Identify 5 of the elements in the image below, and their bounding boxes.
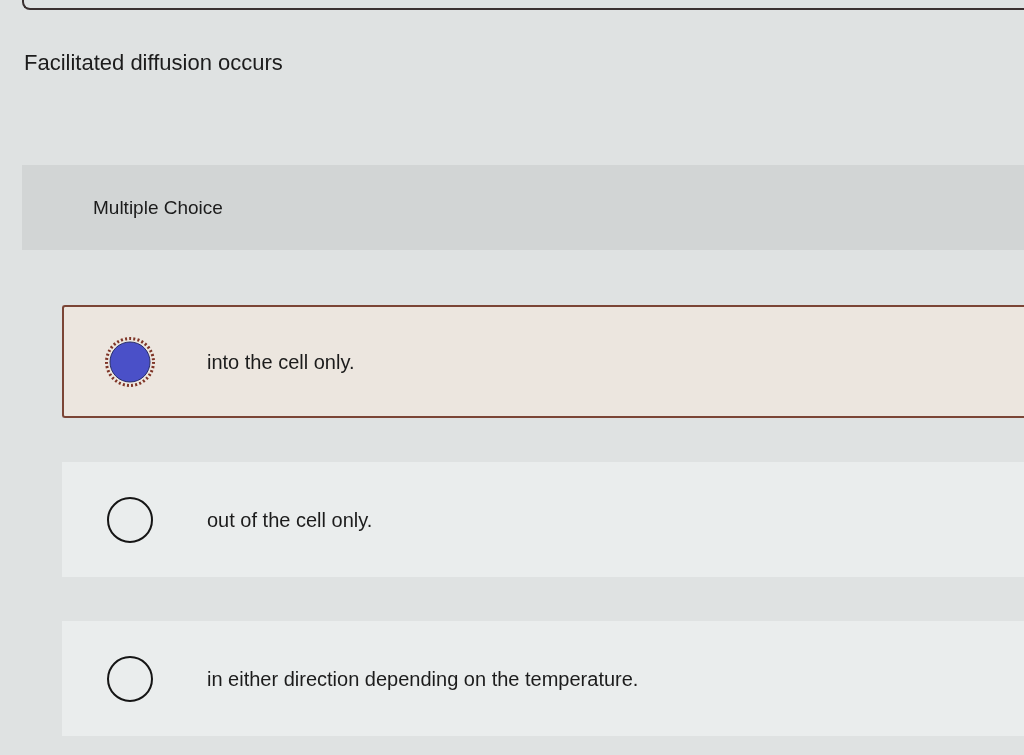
question-text: Facilitated diffusion occurs bbox=[24, 50, 283, 76]
answer-option[interactable]: into the cell only. bbox=[62, 305, 1024, 418]
question-type-label: Multiple Choice bbox=[93, 195, 223, 220]
answer-option[interactable]: out of the cell only. bbox=[62, 462, 1024, 577]
answer-option[interactable]: in either direction depending on the temperature. bbox=[62, 621, 1024, 736]
